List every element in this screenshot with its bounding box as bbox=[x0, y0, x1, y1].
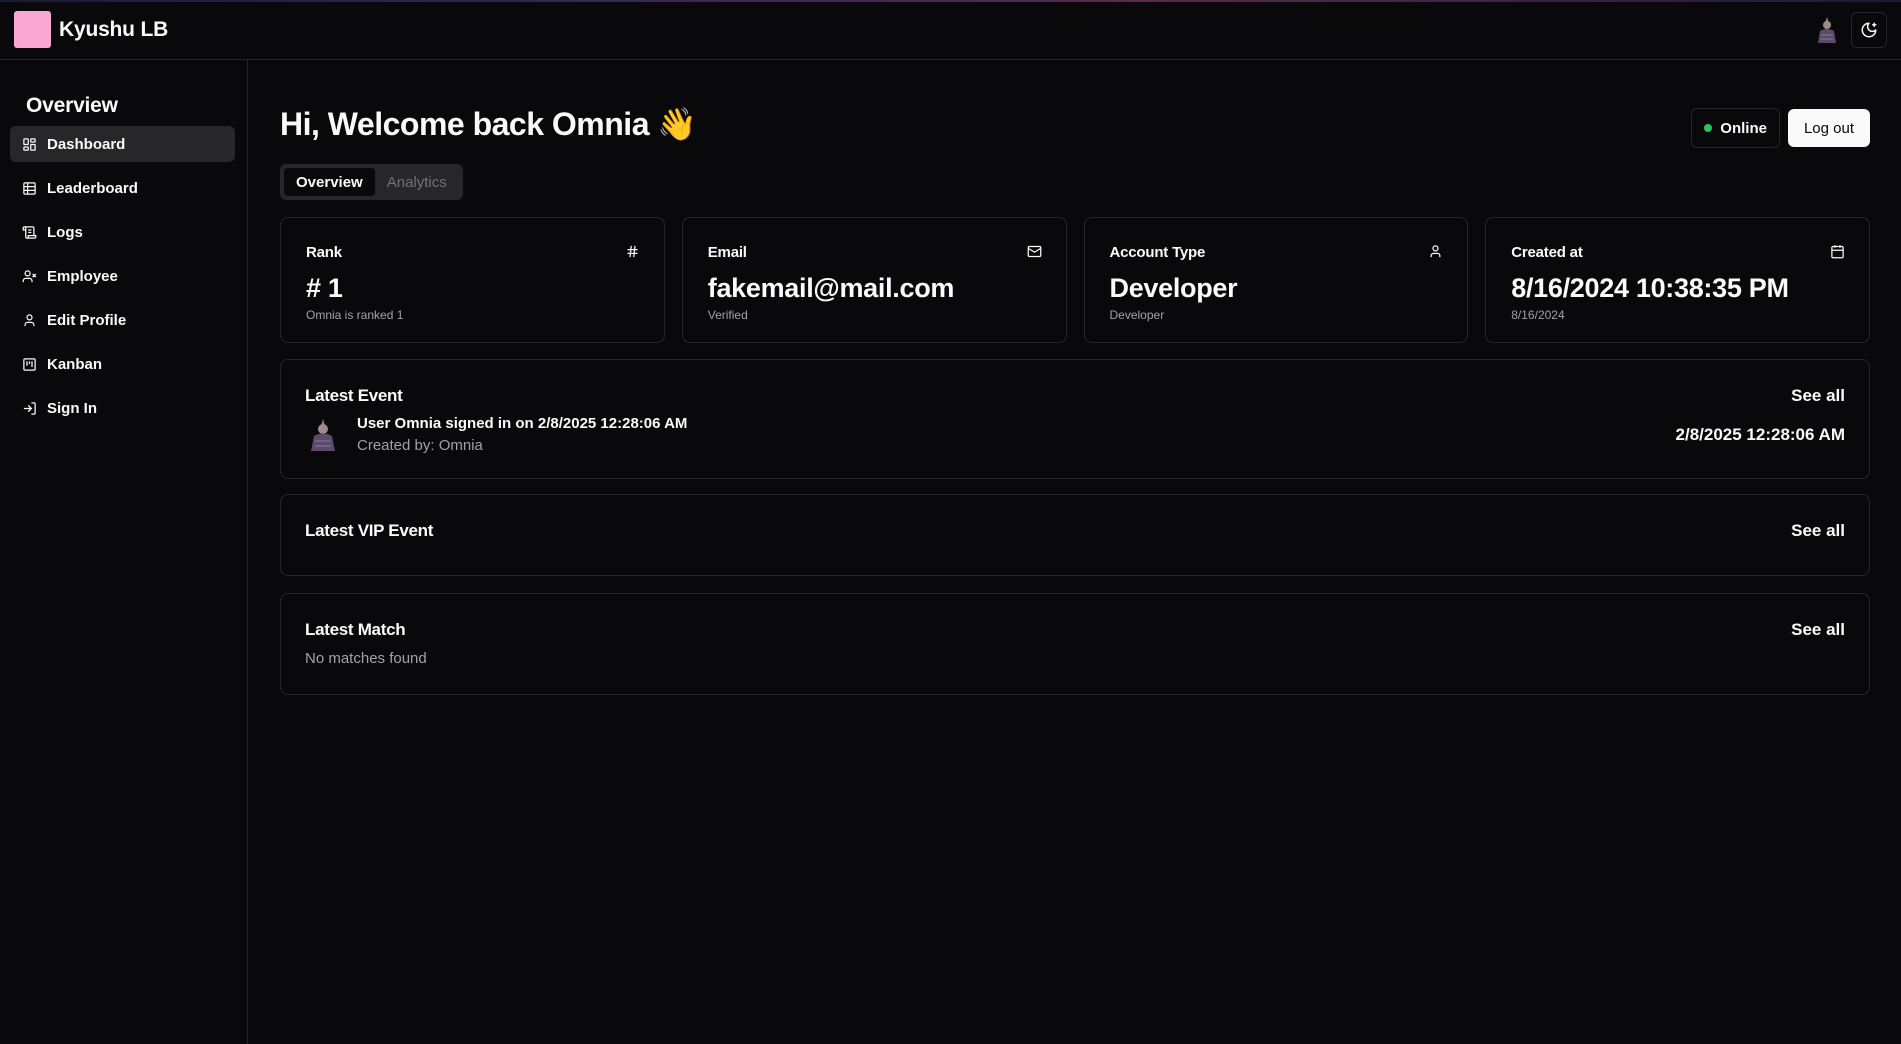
latest-event-panel: Latest Event See all User Omnia signed i… bbox=[280, 359, 1870, 479]
panel-title: Latest Event bbox=[305, 386, 403, 405]
stat-cards: Rank # 1 Omnia is ranked 1 Email fakemai… bbox=[280, 217, 1870, 343]
card-label: Rank bbox=[306, 244, 342, 261]
card-label: Created at bbox=[1511, 244, 1583, 261]
card-subtext: Omnia is ranked 1 bbox=[306, 308, 404, 322]
tab-analytics[interactable]: Analytics bbox=[375, 168, 459, 196]
moon-sun-icon bbox=[1861, 22, 1877, 37]
dashboard-icon bbox=[23, 137, 36, 151]
app-name: Kyushu LB bbox=[59, 17, 169, 41]
empty-state-text: No matches found bbox=[305, 650, 427, 667]
card-subtext: Developer bbox=[1109, 308, 1165, 322]
user-icon bbox=[24, 313, 35, 326]
card-value: fakemail@mail.com bbox=[707, 273, 955, 303]
card-value: 8/16/2024 10:38:35 PM bbox=[1511, 273, 1789, 303]
status-badge: Online bbox=[1691, 108, 1780, 148]
latest-match-panel: Latest Match See all No matches found bbox=[280, 593, 1870, 695]
event-description: User Omnia signed in on 2/8/2025 12:28:0… bbox=[357, 415, 688, 432]
online-dot-icon bbox=[1704, 124, 1713, 132]
card-label: Account Type bbox=[1109, 244, 1206, 261]
sidebar-item-employee[interactable]: Employee bbox=[10, 258, 235, 294]
see-all-link[interactable]: See all bbox=[1791, 386, 1845, 406]
top-bar: Kyushu LB bbox=[0, 0, 1901, 60]
table-icon bbox=[23, 181, 36, 195]
card-label: Email bbox=[707, 244, 747, 261]
card-value: # 1 bbox=[306, 273, 343, 303]
tab-list: Overview Analytics bbox=[280, 164, 463, 200]
login-icon bbox=[23, 401, 36, 415]
sidebar-item-sign-in[interactable]: Sign In bbox=[10, 390, 235, 426]
sidebar-item-label: Dashboard bbox=[47, 135, 126, 153]
logo bbox=[14, 11, 51, 48]
sidebar-item-label: Leaderboard bbox=[47, 179, 138, 197]
sidebar-item-kanban[interactable]: Kanban bbox=[10, 346, 235, 382]
sidebar-item-label: Edit Profile bbox=[47, 311, 127, 329]
status-text: Online bbox=[1720, 119, 1767, 137]
user-icon bbox=[1430, 245, 1441, 258]
event-avatar-icon bbox=[311, 418, 335, 451]
panel-title: Latest VIP Event bbox=[305, 521, 434, 540]
sidebar-title: Overview bbox=[26, 94, 118, 117]
email-card: Email fakemail@mail.com Verified bbox=[681, 217, 1067, 343]
theme-toggle-button[interactable] bbox=[1851, 11, 1887, 48]
hash-icon bbox=[627, 245, 638, 258]
sidebar-item-logs[interactable]: Logs bbox=[10, 214, 235, 250]
sidebar: Overview Dashboard Leaderboard Logs Empl… bbox=[0, 60, 248, 1044]
sidebar-item-label: Kanban bbox=[47, 355, 103, 373]
sidebar-item-leaderboard[interactable]: Leaderboard bbox=[10, 170, 235, 206]
scroll-icon bbox=[22, 225, 37, 239]
mail-icon bbox=[1027, 245, 1041, 258]
status-area: Online Log out bbox=[1691, 108, 1870, 148]
created-at-card: Created at 8/16/2024 10:38:35 PM 8/16/20… bbox=[1485, 217, 1870, 343]
user-avatar-icon[interactable] bbox=[1811, 14, 1843, 46]
sidebar-item-label: Sign In bbox=[47, 399, 97, 417]
tab-overview[interactable]: Overview bbox=[284, 168, 375, 196]
event-item: User Omnia signed in on 2/8/2025 12:28:0… bbox=[305, 415, 687, 454]
latest-vip-event-panel: Latest VIP Event See all bbox=[280, 494, 1870, 576]
user-x-icon bbox=[22, 269, 37, 282]
panel-title: Latest Match bbox=[305, 620, 406, 639]
sidebar-item-edit-profile[interactable]: Edit Profile bbox=[10, 302, 235, 338]
see-all-link[interactable]: See all bbox=[1791, 521, 1845, 541]
see-all-link[interactable]: See all bbox=[1791, 620, 1845, 640]
card-subtext: 8/16/2024 bbox=[1511, 308, 1565, 322]
calendar-icon bbox=[1831, 245, 1844, 259]
event-created-by: Created by: Omnia bbox=[357, 437, 483, 454]
header-actions bbox=[1811, 11, 1887, 48]
logout-button[interactable]: Log out bbox=[1787, 109, 1870, 147]
page-title: Hi, Welcome back Omnia 👋 bbox=[280, 106, 697, 142]
card-value: Developer bbox=[1109, 273, 1238, 303]
card-subtext: Verified bbox=[707, 308, 748, 322]
sidebar-item-label: Employee bbox=[47, 267, 118, 285]
sidebar-item-dashboard[interactable]: Dashboard bbox=[10, 126, 235, 162]
sidebar-item-label: Logs bbox=[47, 223, 83, 241]
kanban-icon bbox=[23, 357, 36, 371]
brand[interactable]: Kyushu LB bbox=[14, 11, 168, 48]
title-row: Hi, Welcome back Omnia 👋 Online Log out bbox=[280, 60, 1870, 168]
rank-card: Rank # 1 Omnia is ranked 1 bbox=[280, 217, 665, 343]
account-type-card: Account Type Developer Developer bbox=[1083, 217, 1469, 343]
main-content: Hi, Welcome back Omnia 👋 Online Log out … bbox=[280, 60, 1870, 695]
event-timestamp: 2/8/2025 12:28:06 AM bbox=[1675, 425, 1845, 444]
